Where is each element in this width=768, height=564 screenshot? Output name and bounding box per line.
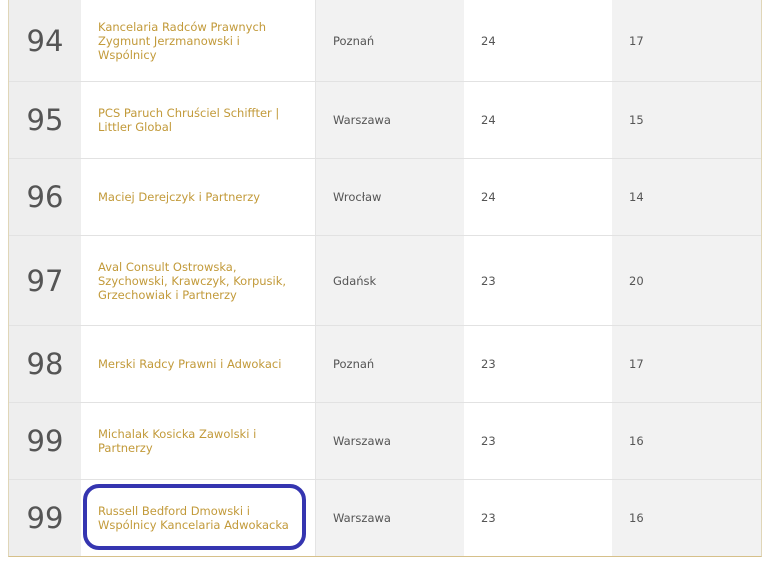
table-row: 94 Kancelaria Radców Prawnych Zygmunt Je… [9, 0, 761, 82]
city-cell: Wrocław [315, 159, 464, 235]
city-cell: Warszawa [315, 82, 464, 158]
ranking-table: 94 Kancelaria Radców Prawnych Zygmunt Je… [8, 0, 762, 557]
city-cell: Gdańsk [315, 236, 464, 325]
firm-name-cell: Aval Consult Ostrowska, Szychowski, Kraw… [81, 236, 315, 325]
rank-cell: 98 [9, 326, 81, 402]
value-cell-2: 17 [612, 0, 761, 81]
firm-name-cell: PCS Paruch Chruściel Schiffter | Littler… [81, 82, 315, 158]
rank-cell: 96 [9, 159, 81, 235]
rank-cell: 95 [9, 82, 81, 158]
rank-cell: 97 [9, 236, 81, 325]
value-cell-2: 14 [612, 159, 761, 235]
table-row: 98 Merski Radcy Prawni i Adwokaci Poznań… [9, 326, 761, 403]
firm-name-link[interactable]: PCS Paruch Chruściel Schiffter | Littler… [98, 106, 299, 134]
value-cell-1: 23 [464, 403, 612, 479]
table-row: 97 Aval Consult Ostrowska, Szychowski, K… [9, 236, 761, 326]
city-cell: Poznań [315, 0, 464, 81]
firm-name-link[interactable]: Maciej Derejczyk i Partnerzy [98, 190, 260, 204]
table-row: 95 PCS Paruch Chruściel Schiffter | Litt… [9, 82, 761, 159]
rank-cell: 99 [9, 480, 81, 556]
firm-name-link[interactable]: Kancelaria Radców Prawnych Zygmunt Jerzm… [98, 20, 299, 62]
value-cell-2: 15 [612, 82, 761, 158]
value-cell-2: 17 [612, 326, 761, 402]
value-cell-1: 23 [464, 236, 612, 325]
value-cell-1: 24 [464, 82, 612, 158]
table-row: 99 Michalak Kosicka Zawolski i Partnerzy… [9, 403, 761, 480]
firm-name-link[interactable]: Michalak Kosicka Zawolski i Partnerzy [98, 427, 299, 455]
value-cell-2: 16 [612, 403, 761, 479]
firm-name-cell: Merski Radcy Prawni i Adwokaci [81, 326, 315, 402]
value-cell-2: 20 [612, 236, 761, 325]
firm-name-link[interactable]: Merski Radcy Prawni i Adwokaci [98, 357, 281, 371]
table-row: 96 Maciej Derejczyk i Partnerzy Wrocław … [9, 159, 761, 236]
firm-name-cell: Russell Bedford Dmowski i Wspólnicy Kanc… [81, 480, 315, 556]
rank-cell: 94 [9, 0, 81, 81]
city-cell: Poznań [315, 326, 464, 402]
city-cell: Warszawa [315, 480, 464, 556]
firm-name-cell: Michalak Kosicka Zawolski i Partnerzy [81, 403, 315, 479]
firm-name-link[interactable]: Aval Consult Ostrowska, Szychowski, Kraw… [98, 260, 299, 302]
firm-name-cell: Kancelaria Radców Prawnych Zygmunt Jerzm… [81, 0, 315, 81]
table-row: 99 Russell Bedford Dmowski i Wspólnicy K… [9, 480, 761, 556]
rank-cell: 99 [9, 403, 81, 479]
city-cell: Warszawa [315, 403, 464, 479]
value-cell-1: 23 [464, 326, 612, 402]
value-cell-1: 24 [464, 0, 612, 81]
firm-name-cell: Maciej Derejczyk i Partnerzy [81, 159, 315, 235]
value-cell-2: 16 [612, 480, 761, 556]
value-cell-1: 23 [464, 480, 612, 556]
value-cell-1: 24 [464, 159, 612, 235]
firm-name-link[interactable]: Russell Bedford Dmowski i Wspólnicy Kanc… [98, 504, 299, 532]
